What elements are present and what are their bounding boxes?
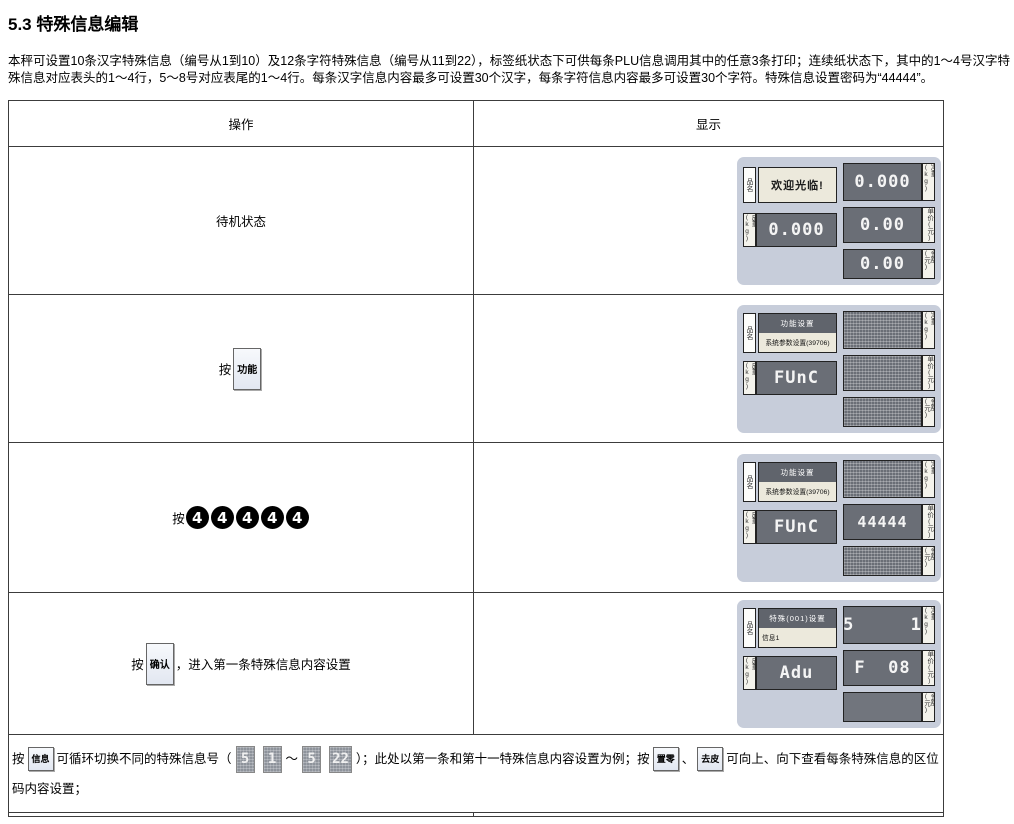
menu-subtitle: 系统参数设置(39706) [759,482,836,501]
press-prefix: 按 [219,359,232,378]
menu-subtitle: 系统参数设置(39706) [759,333,836,352]
unit-price-label: 单价(元) [922,650,935,686]
tare-weight-label: 皮重(kg) [743,510,756,544]
amount-display: 0.00 金额(元) [843,249,935,279]
unit-price-label: 单价(元) [922,355,935,391]
product-name-display: 品名 特殊(001)设置 信息1 [743,608,837,648]
numeric-key-4[interactable]: 4 [211,506,234,529]
manual-page: 5.3 特殊信息编辑 本秤可设置10条汉字特殊信息（编号从1到10）及12条字符… [0,0,1014,817]
name-label: 品名 [743,167,756,203]
net-weight-label: 净重(kg) [922,163,935,201]
unit-price-display: 44444 单价(元) [843,504,935,540]
product-name-display: 品名 欢迎光临! [743,167,837,203]
tare-weight-label: 皮重(kg) [743,213,756,247]
name-label: 品名 [743,313,756,353]
amount-label: 金额(元) [922,397,935,427]
unit-price-display: 单价(元) [843,355,935,391]
table-row-press-44444: 按 4 4 4 4 4 品名 功能设置 系统参数设置(39706) [9,443,944,593]
tare-weight-label: 皮重(kg) [743,361,756,395]
func-key-button[interactable]: 功能 [233,348,261,390]
tare-weight-display: 皮重(kg) FUnC [743,510,837,544]
unit-price-display: 0.00 单价(元) [843,207,935,243]
tare-weight-label: 皮重(kg) [743,656,756,690]
press-prefix: 按 [131,654,144,673]
press-prefix: 按 [172,508,185,527]
info-key-button[interactable]: 信息 [28,747,54,771]
intro-paragraph: 本秤可设置10条汉字特殊信息（编号从1到10）及12条字符特殊信息（编号从11到… [8,53,1010,87]
table-header-row: 操作 显示 [9,101,944,147]
table-row-press-func: 按 功能 品名 功能设置 系统参数设置(39706) [9,295,944,443]
menu-title: 功能设置 [759,314,836,333]
welcome-message: 欢迎光临! [771,177,824,193]
net-weight-label: 净重(kg) [922,606,935,644]
table-row-press-confirm: 按 确认 ，进入第一条特殊信息内容设置 品名 特殊(001)设置 信息1 [9,593,944,735]
amount-display: 金额(元) [843,397,935,427]
menu-subtitle: 信息1 [759,628,836,647]
tare-key-button[interactable]: 去皮 [697,747,723,771]
section-title: 5.3 特殊信息编辑 [8,10,1006,35]
tare-weight-display: 皮重(kg) Adu [743,656,837,690]
net-weight-label: 净重(kg) [922,460,935,498]
unit-price-display: F 08 单价(元) [843,650,935,686]
table-row-note: 按信息可循环切换不同的特殊信息号（51～522）；此处以第一条和第十一特殊信息内… [9,735,944,813]
name-label: 品名 [743,462,756,502]
amount-label: 金额(元) [922,249,935,279]
note-text: 按信息可循环切换不同的特殊信息号（51～522）；此处以第一条和第十一特殊信息内… [9,742,943,806]
net-weight-display: 净重(kg) [843,460,935,498]
numeric-key-4[interactable]: 4 [261,506,284,529]
table-row-standby: 待机状态 品名 欢迎光临! 0.000 净重(k [9,147,944,295]
operation-display-table: 操作 显示 待机状态 品名 欢迎光临! [8,100,944,817]
menu-title: 特殊(001)设置 [759,609,836,628]
segment-digit-1: 1 [263,746,282,773]
amount-label: 金额(元) [922,546,935,576]
segment-digit-s: 5 [236,746,255,773]
numeric-key-4[interactable]: 4 [186,506,209,529]
unit-price-label: 单价(元) [922,504,935,540]
tare-weight-display: 皮重(kg) 0.000 [743,213,837,247]
amount-label: 金额(元) [922,692,935,722]
amount-display: 金额(元) [843,692,935,722]
lcd-panel-standby: 品名 欢迎光临! 0.000 净重(kg) [737,157,941,285]
net-weight-display: 0.000 净重(kg) [843,163,935,201]
segment-digit-22: 22 [329,746,352,773]
zero-key-button[interactable]: 置零 [653,747,679,771]
numeric-key-4[interactable]: 4 [236,506,259,529]
menu-title: 功能设置 [759,463,836,482]
table-row-partial [9,813,944,817]
net-weight-label: 净重(kg) [922,311,935,349]
lcd-panel-func: 品名 功能设置 系统参数设置(39706) 净重(kg) [737,305,941,433]
confirm-op-suffix: ，进入第一条特殊信息内容设置 [176,654,351,673]
press-prefix: 按 [12,752,25,766]
product-name-display: 品名 功能设置 系统参数设置(39706) [743,313,837,353]
standby-op-text: 待机状态 [9,147,474,295]
confirm-key-button[interactable]: 确认 [146,643,174,685]
lcd-panel-message-edit: 品名 特殊(001)设置 信息1 5 1 净重(kg) [737,600,941,728]
header-operation: 操作 [9,101,474,147]
net-weight-display: 净重(kg) [843,311,935,349]
name-label: 品名 [743,608,756,648]
segment-digit-s: 5 [302,746,321,773]
unit-price-label: 单价(元) [922,207,935,243]
net-weight-display: 5 1 净重(kg) [843,606,935,644]
amount-display: 金额(元) [843,546,935,576]
product-name-display: 品名 功能设置 系统参数设置(39706) [743,462,837,502]
tare-weight-display: 皮重(kg) FUnC [743,361,837,395]
lcd-panel-password: 品名 功能设置 系统参数设置(39706) 净重(kg) [737,454,941,582]
header-display: 显示 [474,101,944,147]
numeric-key-4[interactable]: 4 [286,506,309,529]
